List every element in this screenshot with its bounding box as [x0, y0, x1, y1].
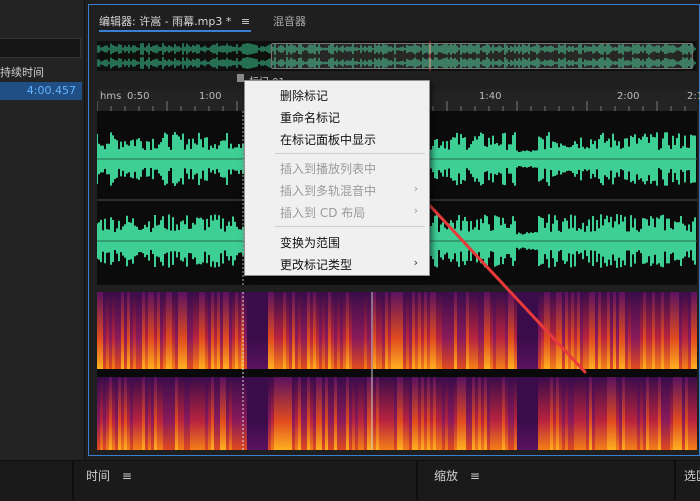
marker-flag-icon[interactable] — [237, 74, 244, 82]
left-panel: 持续时间 4:00.457 — [0, 0, 85, 460]
spectral-display[interactable] — [97, 292, 697, 450]
menu-item-convert-to-range[interactable]: 变换为范围 — [246, 231, 428, 253]
panel-divider[interactable] — [674, 460, 676, 500]
chevron-right-icon: › — [413, 182, 418, 195]
menu-item-insert-cd-layout: 插入到 CD 布局 › — [280, 204, 418, 220]
time-panel-label: 时间 — [86, 469, 111, 483]
selection-panel-header[interactable]: 选区 — [684, 467, 700, 484]
menu-item-show-in-marker-panel[interactable]: 在标记面板中显示 — [246, 128, 428, 150]
menu-icon[interactable]: ≡ — [122, 469, 132, 483]
menu-icon[interactable]: ≡ — [241, 15, 250, 28]
tab-editor-label: 编辑器: 许嵩 - 雨幕.mp3 * — [99, 15, 232, 28]
menu-separator — [275, 226, 425, 227]
menu-separator — [275, 153, 425, 154]
menu-icon[interactable]: ≡ — [470, 469, 480, 483]
left-search-field[interactable] — [0, 38, 81, 58]
panel-divider[interactable] — [416, 460, 418, 500]
selected-row[interactable]: 4:00.457 — [0, 82, 82, 100]
bottom-panels: 时间 ≡ 缩放 ≡ 选区 — [0, 460, 700, 501]
menu-item-rename-marker[interactable]: 重命名标记 — [246, 106, 428, 128]
duration-column-header[interactable]: 持续时间 — [0, 64, 44, 80]
spectral-graphic — [97, 292, 697, 450]
overview-waveform[interactable] — [97, 41, 697, 71]
menu-item-change-marker-type[interactable]: 更改标记类型 › — [246, 253, 428, 275]
panel-divider[interactable] — [72, 460, 74, 500]
tab-mixer[interactable]: 混音器 — [273, 13, 306, 29]
zoom-panel-label: 缩放 — [434, 469, 459, 483]
chevron-right-icon: › — [413, 256, 418, 269]
duration-value: 4:00.457 — [26, 84, 76, 97]
overview-view-range[interactable] — [271, 43, 693, 69]
marker-context-menu: 删除标记 重命名标记 在标记面板中显示 插入到播放列表中 插入到多轨混音中 › … — [244, 80, 430, 276]
tab-editor[interactable]: 编辑器: 许嵩 - 雨幕.mp3 * ≡ — [99, 13, 250, 29]
active-tab-indicator — [99, 30, 251, 32]
menu-item-insert-playlist: 插入到播放列表中 — [280, 162, 377, 176]
zoom-panel-header[interactable]: 缩放 ≡ — [434, 467, 480, 484]
menu-item-delete-marker[interactable]: 删除标记 — [246, 84, 428, 106]
chevron-right-icon: › — [413, 204, 418, 217]
menu-item-insert-multitrack: 插入到多轨混音中 › — [280, 182, 418, 198]
time-panel-header[interactable]: 时间 ≡ — [86, 467, 132, 484]
